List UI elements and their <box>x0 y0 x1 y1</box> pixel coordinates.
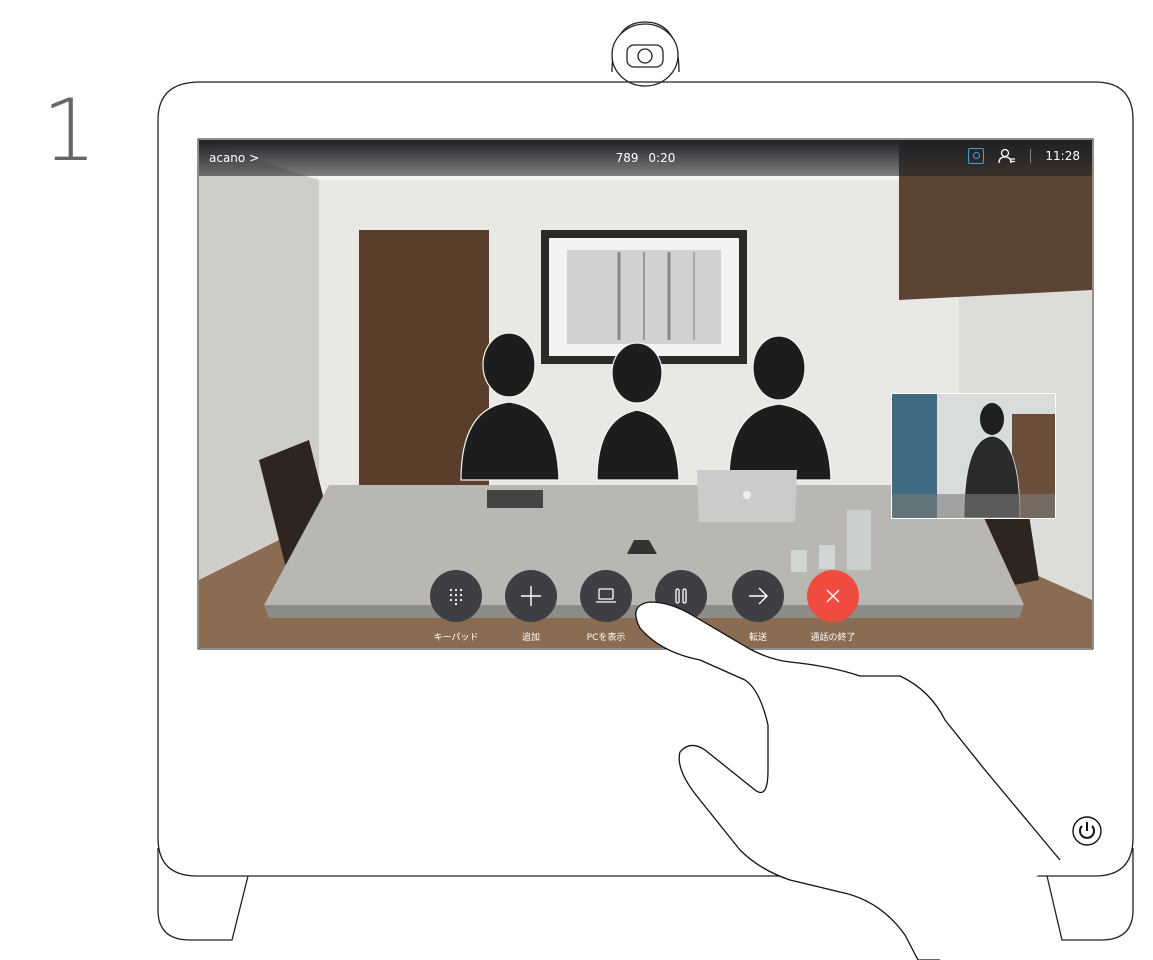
keypad-control[interactable]: キーパッド <box>430 570 482 643</box>
end-call-label: 通話の終了 <box>810 633 856 643</box>
hold-button[interactable] <box>655 570 707 622</box>
close-icon <box>826 589 840 603</box>
plus-icon <box>521 586 541 606</box>
add-button[interactable] <box>505 570 557 622</box>
call-number: 789 <box>615 151 639 165</box>
separator <box>1030 149 1032 163</box>
add-label: 追加 <box>521 633 540 643</box>
share-pc-label: PCを表示 <box>586 633 626 643</box>
power-icon[interactable] <box>1071 815 1103 847</box>
selfview-pip[interactable] <box>891 393 1056 519</box>
laptop-icon <box>596 588 616 603</box>
call-status-bar: acano > 789 0:20 11:28 <box>199 140 1092 176</box>
call-duration: 0:20 <box>648 151 676 165</box>
call-controls: キーパッド 追加 PCを表示 転送 通話の終了 <box>199 560 1092 648</box>
end-call-control[interactable]: 通話の終了 <box>807 570 859 643</box>
participants-icon[interactable] <box>998 148 1016 164</box>
keypad-icon <box>449 588 463 605</box>
arrow-right-icon <box>749 587 768 605</box>
keypad-label: キーパッド <box>433 633 479 643</box>
transfer-button[interactable] <box>732 570 784 622</box>
hold-control[interactable] <box>655 570 707 630</box>
pause-icon <box>675 588 687 604</box>
transfer-control[interactable]: 転送 <box>732 570 784 643</box>
transfer-label: 転送 <box>748 633 767 643</box>
add-control[interactable]: 追加 <box>505 570 557 643</box>
share-pc-button[interactable] <box>580 570 632 622</box>
call-screen: acano > 789 0:20 11:28 キーパッド 追加 PCを表示 転送… <box>199 140 1092 648</box>
end-call-button[interactable] <box>807 570 859 622</box>
share-pc-control[interactable]: PCを表示 <box>580 570 632 643</box>
selfview-icon[interactable] <box>968 148 985 164</box>
topbar-right: 11:28 <box>968 148 1080 164</box>
selfview-image <box>892 394 1055 518</box>
keypad-button[interactable] <box>430 570 482 622</box>
clock: 11:28 <box>1045 149 1080 163</box>
call-info: 789 0:20 <box>199 151 1092 165</box>
